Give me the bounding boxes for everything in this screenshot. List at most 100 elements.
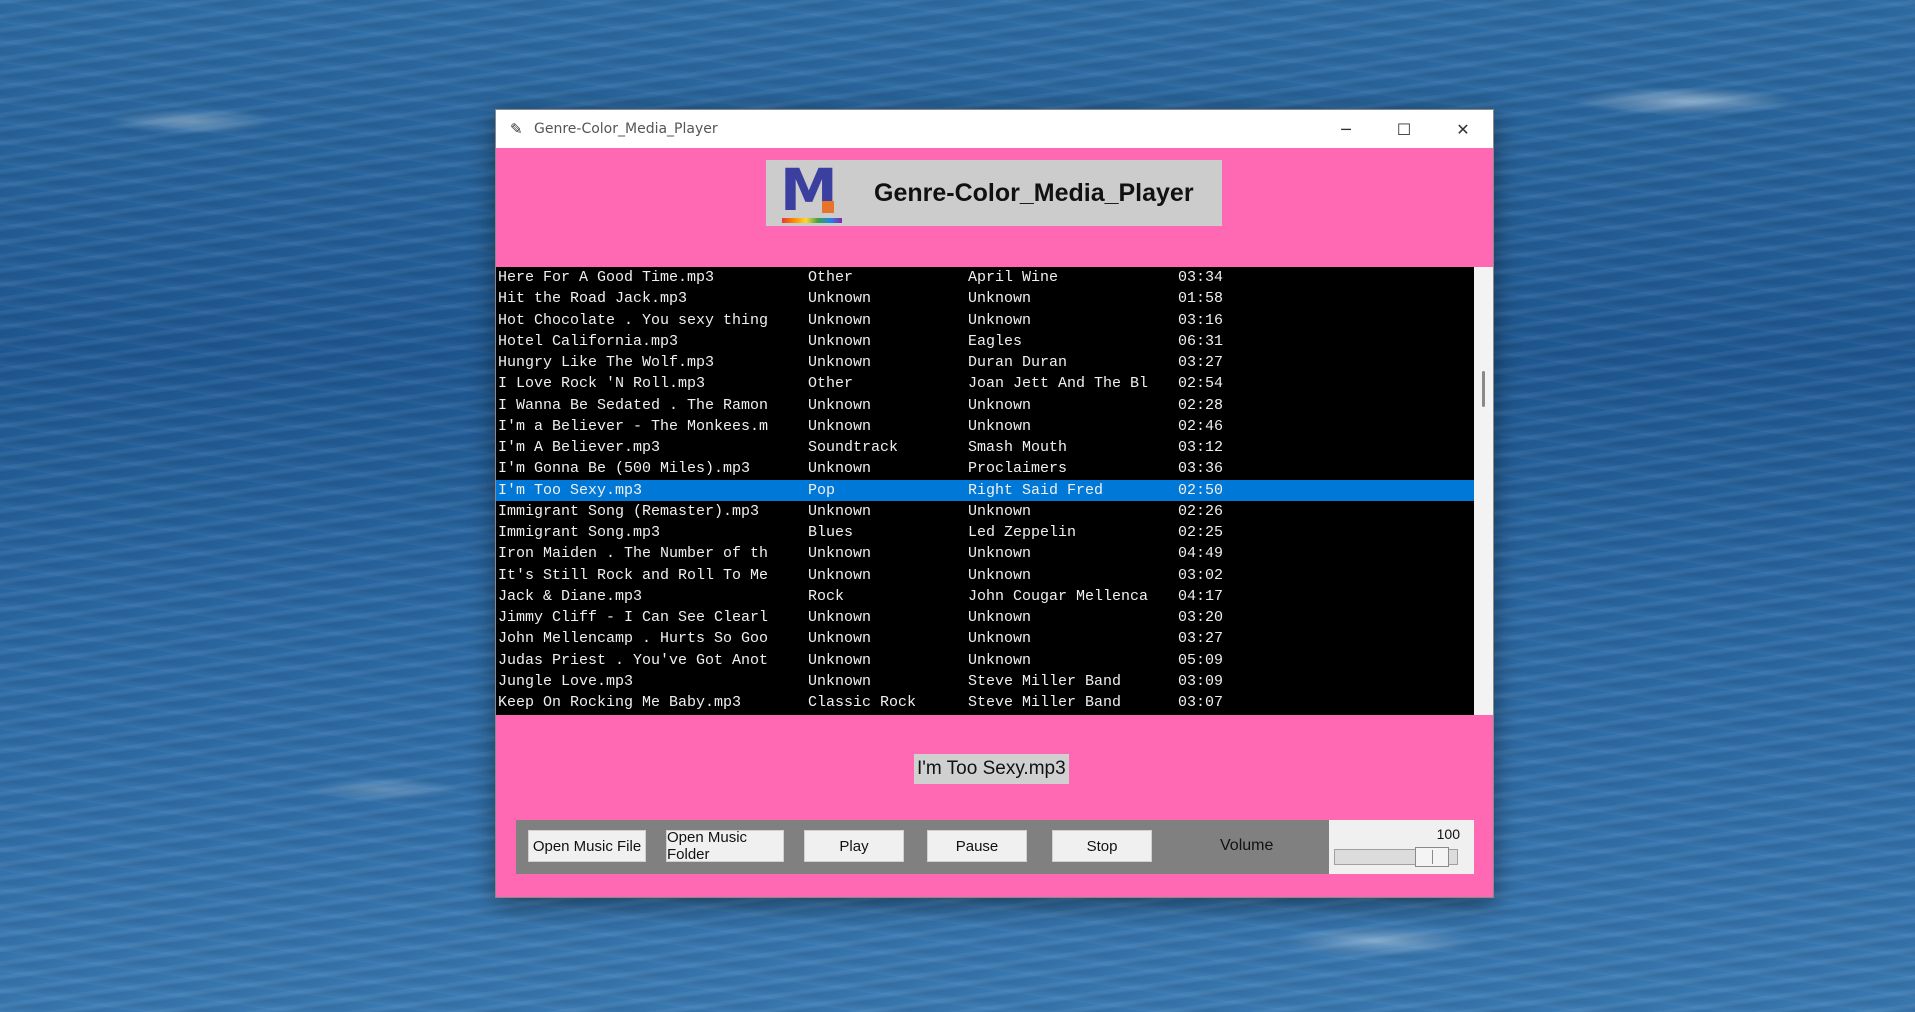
- track-genre: Unknown: [808, 354, 872, 371]
- track-artist: Unknown: [968, 545, 1032, 563]
- feather-app-icon: ✎: [510, 120, 523, 138]
- track-duration: 03:02: [1178, 566, 1224, 584]
- track-duration: 03:27: [1178, 630, 1224, 648]
- track-artist: Unknown: [968, 417, 1032, 435]
- track-file-name: John Mellencamp . Hurts So Goo: [498, 630, 769, 648]
- controls-bar: Open Music File Open Music Folder Play P…: [516, 820, 1474, 874]
- track-duration: 03:27: [1178, 354, 1224, 371]
- track-file-name: I'm Gonna Be (500 Miles).mp3: [498, 460, 751, 478]
- track-artist: Steve Miller Band: [968, 694, 1122, 711]
- playlist-row[interactable]: Immigrant Song.mp3 Blues Led Zeppelin 02:25: [496, 522, 1474, 543]
- app-logo: M: [780, 161, 844, 225]
- playlist-row[interactable]: Iron Maiden . The Number of th Unknown Unk…: [496, 543, 1474, 564]
- track-genre: Other: [808, 269, 854, 286]
- track-artist: Proclaimers: [968, 460, 1068, 478]
- track-genre: Unknown: [808, 290, 872, 308]
- playlist-row[interactable]: Here For A Good Time.mp3 Other April Wine 0…: [496, 267, 1474, 288]
- track-file-name: Hungry Like The Wolf.mp3: [498, 354, 715, 371]
- play-button[interactable]: Play: [804, 830, 904, 862]
- playlist-row[interactable]: John Mellencamp . Hurts So Goo Unknown Unk…: [496, 628, 1474, 649]
- track-duration: 05:09: [1178, 651, 1224, 669]
- track-artist: Eagles: [968, 332, 1023, 350]
- open-music-file-button[interactable]: Open Music File: [528, 830, 646, 862]
- open-music-folder-button[interactable]: Open Music Folder: [666, 829, 784, 863]
- track-duration: 02:26: [1178, 502, 1224, 520]
- app-title: Genre-Color_Media_Player: [874, 178, 1194, 207]
- track-file-name: I Wanna Be Sedated . The Ramon: [498, 396, 769, 414]
- close-icon[interactable]: ✕: [1434, 110, 1492, 148]
- volume-thumb[interactable]: [1415, 847, 1449, 867]
- track-duration: 03:34: [1178, 269, 1224, 286]
- track-file-name: It's Still Rock and Roll To Me: [498, 566, 769, 584]
- playlist-scrollbar[interactable]: [1474, 267, 1493, 715]
- track-file-name: Hotel California.mp3: [498, 332, 679, 350]
- playlist-row[interactable]: Jack & Diane.mp3 Rock John Cougar Mellenca…: [496, 586, 1474, 607]
- track-artist: Unknown: [968, 396, 1032, 414]
- playlist-row[interactable]: I Wanna Be Sedated . The Ramon Unknown Unk…: [496, 395, 1474, 416]
- track-artist: Unknown: [968, 651, 1032, 669]
- track-file-name: Jimmy Cliff - I Can See Clearl: [498, 609, 769, 626]
- playlist-row[interactable]: Keep On Rocking Me Baby.mp3 Classic Rock S…: [496, 692, 1474, 713]
- playlist-row[interactable]: I'm Gonna Be (500 Miles).mp3 Unknown Procl…: [496, 458, 1474, 479]
- maximize-icon[interactable]: ☐: [1375, 110, 1433, 148]
- logo-rainbow-bar: [782, 218, 842, 223]
- track-artist: Unknown: [968, 566, 1032, 584]
- track-duration: 03:16: [1178, 311, 1224, 329]
- volume-slider[interactable]: 100: [1329, 820, 1474, 874]
- stop-button[interactable]: Stop: [1052, 830, 1152, 862]
- track-file-name: Judas Priest . You've Got Anot: [498, 651, 769, 669]
- track-duration: 04:17: [1178, 587, 1224, 605]
- playlist-row[interactable]: Judas Priest . You've Got Anot Unknown Unk…: [496, 650, 1474, 671]
- track-genre: Unknown: [808, 417, 872, 435]
- playlist-row[interactable]: I'm A Believer.mp3 Soundtrack Smash Mouth 0…: [496, 437, 1474, 458]
- playlist-row[interactable]: Immigrant Song (Remaster).mp3 Unknown Unkn…: [496, 501, 1474, 522]
- playlist-row[interactable]: Hot Chocolate . You sexy thing Unknown Unk…: [496, 310, 1474, 331]
- title-bar[interactable]: ✎ Genre-Color_Media_Player ─ ☐ ✕: [496, 110, 1493, 148]
- track-genre: Unknown: [808, 566, 872, 584]
- track-genre: Unknown: [808, 672, 872, 690]
- track-duration: 02:25: [1178, 524, 1224, 541]
- track-artist: Duran Duran: [968, 354, 1068, 371]
- track-duration: 03:07: [1178, 694, 1224, 711]
- volume-value: 100: [1436, 826, 1460, 842]
- playlist-row[interactable]: Hit the Road Jack.mp3 Unknown Unknown 01:58: [496, 288, 1474, 309]
- track-file-name: Jungle Love.mp3: [498, 672, 634, 690]
- playlist-row[interactable]: Hotel California.mp3 Unknown Eagles 06:31: [496, 331, 1474, 352]
- track-duration: 01:58: [1178, 290, 1224, 308]
- track-artist: Joan Jett And The Bl: [968, 375, 1149, 393]
- playlist-row[interactable]: Jungle Love.mp3 Unknown Steve Miller Band 0…: [496, 671, 1474, 692]
- track-genre: Unknown: [808, 460, 872, 478]
- track-file-name: I'm a Believer - The Monkees.m: [498, 417, 769, 435]
- track-duration: 02:54: [1178, 375, 1224, 393]
- scrollbar-thumb[interactable]: [1482, 371, 1485, 407]
- playlist-row[interactable]: Hungry Like The Wolf.mp3 Unknown Duran Dur…: [496, 352, 1474, 373]
- track-duration: 06:31: [1178, 332, 1224, 350]
- track-duration: 04:49: [1178, 545, 1224, 563]
- pause-button[interactable]: Pause: [927, 830, 1027, 862]
- minimize-icon[interactable]: ─: [1317, 110, 1375, 148]
- track-artist: John Cougar Mellenca: [968, 587, 1149, 605]
- track-genre: Other: [808, 375, 854, 393]
- playlist-row[interactable]: I'm Too Sexy.mp3 Pop Right Said Fred 02:50: [496, 479, 1474, 501]
- track-genre: Blues: [808, 524, 854, 541]
- track-duration: 02:28: [1178, 396, 1224, 414]
- playlist-listbox[interactable]: Here For A Good Time.mp3 Other April Wine 0…: [496, 267, 1474, 715]
- track-duration: 03:12: [1178, 439, 1224, 456]
- track-artist: Smash Mouth: [968, 439, 1068, 456]
- track-artist: Right Said Fred: [968, 481, 1104, 499]
- track-genre: Classic Rock: [808, 694, 917, 711]
- app-header: M Genre-Color_Media_Player: [766, 160, 1222, 226]
- volume-label: Volume: [1220, 837, 1274, 854]
- playlist-row[interactable]: Jimmy Cliff - I Can See Clearl Unknown Unk…: [496, 607, 1474, 628]
- playlist-row[interactable]: I Love Rock 'N Roll.mp3 Other Joan Jett An…: [496, 373, 1474, 394]
- logo-dot: [822, 201, 834, 213]
- track-file-name: Immigrant Song (Remaster).mp3: [498, 502, 760, 520]
- track-file-name: I'm Too Sexy.mp3: [498, 481, 643, 499]
- track-file-name: Iron Maiden . The Number of th: [498, 545, 769, 563]
- track-artist: Unknown: [968, 609, 1032, 626]
- playlist-row[interactable]: It's Still Rock and Roll To Me Unknown Unk…: [496, 565, 1474, 586]
- track-artist: April Wine: [968, 269, 1059, 286]
- playlist-row[interactable]: I'm a Believer - The Monkees.m Unknown Unk…: [496, 416, 1474, 437]
- track-file-name: Hot Chocolate . You sexy thing: [498, 311, 769, 329]
- track-genre: Unknown: [808, 502, 872, 520]
